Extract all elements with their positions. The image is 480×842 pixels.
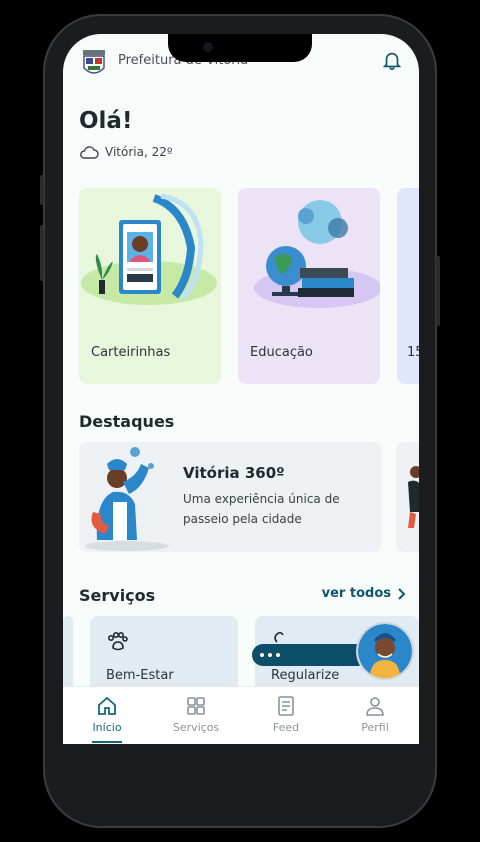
education-illustration — [254, 200, 380, 308]
service-label: Bem-Estar — [106, 668, 174, 683]
front-camera — [203, 42, 213, 52]
tab-label: Feed — [272, 721, 300, 734]
bell-icon[interactable] — [381, 48, 403, 72]
highlight-title: Vitória 360º — [183, 464, 285, 482]
tab-inicio[interactable]: Início — [72, 695, 142, 743]
app-screen: Prefeitura de Vitória Olá! Vitória, 22º — [63, 34, 419, 744]
assistant-avatar[interactable] — [356, 622, 414, 680]
tab-feed[interactable]: Feed — [251, 695, 321, 734]
typing-dot — [276, 653, 280, 657]
tab-label: Perfil — [361, 721, 389, 734]
card-partial[interactable]: 15 — [397, 188, 419, 384]
tab-label: Início — [92, 721, 122, 734]
card-educacao[interactable]: Educação — [238, 188, 380, 384]
tab-servicos[interactable]: Serviços — [161, 695, 231, 734]
power-button — [436, 256, 440, 326]
tab-perfil[interactable]: Perfil — [340, 695, 410, 734]
services-title: Serviços — [79, 586, 156, 605]
highlight-description: Uma experiência única de passeio pela ci… — [183, 492, 340, 526]
card-carteirinhas[interactable]: Carteirinhas — [79, 188, 221, 384]
home-icon — [98, 696, 116, 715]
person-illustration — [408, 466, 419, 528]
highlight-card[interactable]: Vitória 360º Uma experiência única de pa… — [79, 442, 381, 552]
side-button — [40, 175, 44, 205]
card-label: 15 — [407, 345, 419, 360]
cloud-icon — [80, 146, 99, 159]
chat-typing-bubble[interactable] — [252, 644, 370, 666]
tab-label: Serviços — [172, 721, 220, 734]
card-label: Carteirinhas — [91, 345, 171, 360]
service-card-bem-estar[interactable]: Bem-Estar — [90, 616, 238, 696]
id-card-illustration — [81, 193, 217, 305]
vr-person-illustration — [85, 447, 169, 551]
user-icon — [366, 697, 384, 716]
service-label: Regularize — [271, 668, 340, 683]
greeting-title: Olá! — [79, 108, 133, 134]
service-card-partial[interactable] — [63, 616, 73, 696]
volume-up-button — [40, 225, 44, 281]
highlights-title: Destaques — [79, 412, 175, 431]
see-all-label: ver todos — [321, 586, 391, 601]
bottom-tab-bar: Início Serviços Feed Perfil — [63, 686, 419, 744]
document-icon — [274, 631, 284, 643]
weather-row: Vitória, 22º — [79, 145, 173, 159]
city-crest-icon — [83, 50, 105, 74]
assistant-avatar-icon — [358, 624, 412, 678]
typing-dot — [268, 653, 272, 657]
feed-icon — [278, 696, 294, 716]
chevron-right-icon — [398, 587, 405, 600]
typing-dot — [260, 653, 264, 657]
see-all-link[interactable]: ver todos — [322, 586, 405, 601]
device-notch — [168, 34, 312, 62]
grid-icon — [187, 697, 205, 715]
weather-text: Vitória, 22º — [105, 145, 173, 159]
paw-icon — [107, 632, 128, 651]
card-label: Educação — [250, 345, 313, 360]
highlight-card-partial[interactable] — [396, 442, 419, 552]
